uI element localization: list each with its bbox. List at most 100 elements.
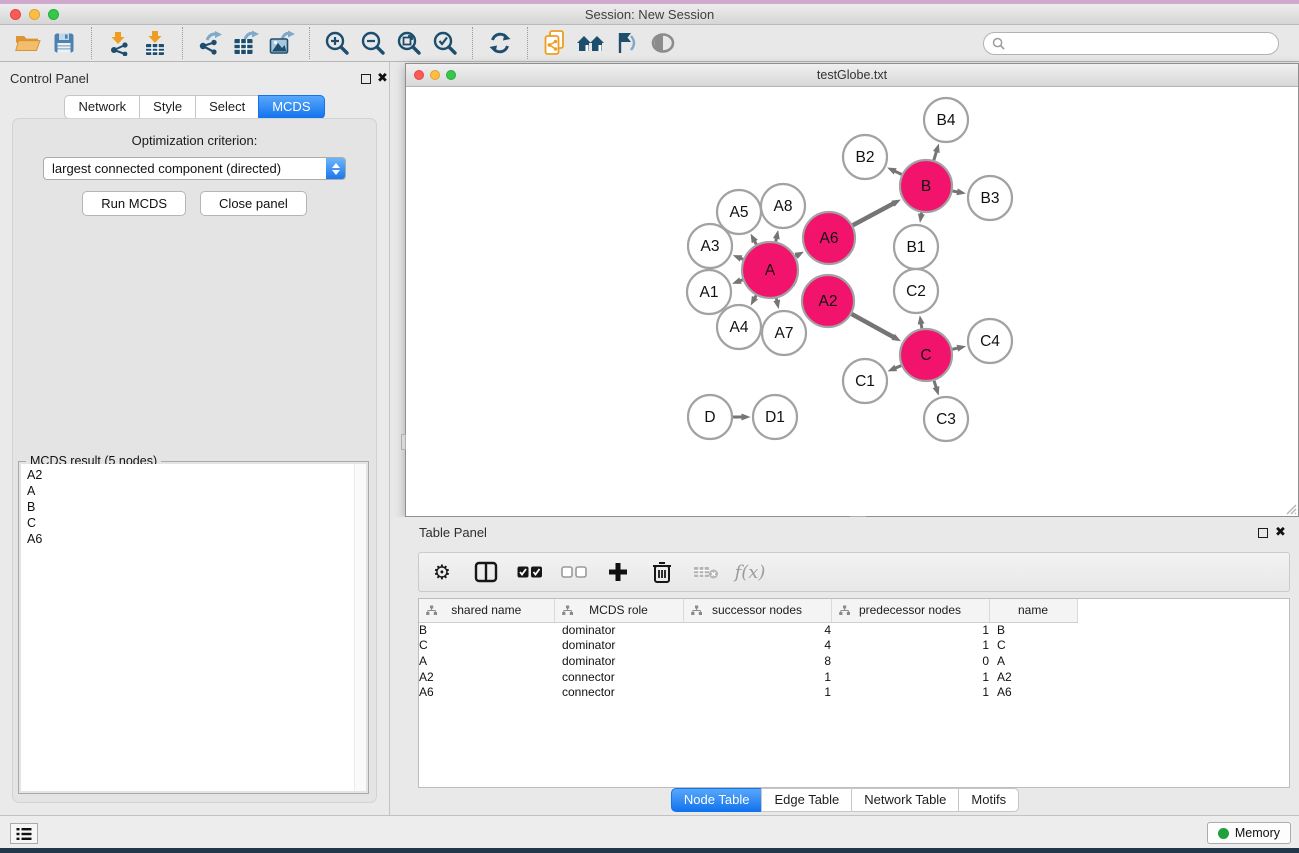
edge-C-C1[interactable] xyxy=(895,366,901,368)
table-cell[interactable]: 1 xyxy=(683,684,831,700)
table-cell[interactable]: B xyxy=(419,622,554,638)
add-column-icon[interactable] xyxy=(603,557,633,587)
criterion-dropdown[interactable]: largest connected component (directed) xyxy=(43,157,346,180)
maximize-window-button[interactable] xyxy=(48,9,59,20)
control-tab-mcds[interactable]: MCDS xyxy=(258,95,324,119)
settings-gear-icon[interactable]: ⚙ xyxy=(427,557,457,587)
table-row[interactable]: Cdominator41C xyxy=(419,638,1077,654)
edge-A-A6[interactable] xyxy=(795,256,796,257)
table-tab-edge-table[interactable]: Edge Table xyxy=(761,788,852,812)
first-neighbors-icon[interactable] xyxy=(573,26,609,60)
task-history-button[interactable] xyxy=(10,823,38,844)
search-input[interactable] xyxy=(1010,36,1278,50)
close-table-panel-icon[interactable]: ✖ xyxy=(1275,524,1286,540)
column-header-successor-nodes[interactable]: successor nodes xyxy=(683,599,831,622)
table-tab-network-table[interactable]: Network Table xyxy=(851,788,959,812)
table-cell[interactable]: C xyxy=(419,638,554,654)
table-cell[interactable]: 4 xyxy=(683,622,831,638)
table-row[interactable]: A6connector11A6 xyxy=(419,684,1077,700)
control-tab-select[interactable]: Select xyxy=(195,95,259,119)
export-network-icon[interactable] xyxy=(192,26,228,60)
table-cell[interactable]: B xyxy=(989,622,1077,638)
show-graphics-details-icon[interactable] xyxy=(645,26,681,60)
minimize-window-button[interactable] xyxy=(29,9,40,20)
resize-grip-icon[interactable] xyxy=(1283,501,1297,515)
table-row[interactable]: Bdominator41B xyxy=(419,622,1077,638)
delete-column-icon[interactable] xyxy=(647,557,677,587)
import-network-icon[interactable] xyxy=(101,26,137,60)
mcds-result-item[interactable]: A2 xyxy=(21,467,366,483)
table-cell[interactable]: connector xyxy=(554,669,683,685)
control-tab-style[interactable]: Style xyxy=(139,95,196,119)
zoom-fit-icon[interactable] xyxy=(391,26,427,60)
import-table-icon[interactable] xyxy=(137,26,173,60)
float-table-panel-icon[interactable] xyxy=(1258,528,1268,538)
table-cell[interactable]: 1 xyxy=(831,622,989,638)
edge-A-A3[interactable] xyxy=(741,258,743,259)
open-file-icon[interactable] xyxy=(10,26,46,60)
close-panel-icon[interactable]: ✖ xyxy=(377,70,388,86)
new-network-from-selection-icon[interactable] xyxy=(537,26,573,60)
hide-selected-icon[interactable] xyxy=(609,26,645,60)
select-all-checks-icon[interactable] xyxy=(515,557,545,587)
table-cell[interactable]: A6 xyxy=(419,684,554,700)
table-cell[interactable]: 1 xyxy=(831,638,989,654)
network-graph[interactable]: B4B2BB3A8A5A6A3B1AC2A1A2A4A7C4CC1C3DD1 xyxy=(406,87,1298,516)
column-header-name[interactable]: name xyxy=(989,599,1077,622)
table-row[interactable]: Adominator80A xyxy=(419,653,1077,669)
refresh-icon[interactable] xyxy=(482,26,518,60)
zoom-in-icon[interactable] xyxy=(319,26,355,60)
table-cell[interactable]: 8 xyxy=(683,653,831,669)
table-cell[interactable]: A6 xyxy=(989,684,1077,700)
mcds-result-item[interactable]: A xyxy=(21,483,366,499)
table-cell[interactable]: dominator xyxy=(554,622,683,638)
table-cell[interactable]: 1 xyxy=(831,669,989,685)
delete-table-icon[interactable] xyxy=(691,557,721,587)
minimize-network-window-button[interactable] xyxy=(430,70,440,80)
column-header-shared-name[interactable]: shared name xyxy=(419,599,554,622)
network-canvas[interactable]: B4B2BB3A8A5A6A3B1AC2A1A2A4A7C4CC1C3DD1 xyxy=(406,87,1298,516)
edge-A-A7[interactable] xyxy=(776,298,777,300)
table-cell[interactable]: dominator xyxy=(554,653,683,669)
edge-A2-C[interactable] xyxy=(852,314,894,337)
edge-A6-B[interactable] xyxy=(853,203,894,225)
table-cell[interactable]: 1 xyxy=(683,669,831,685)
close-network-window-button[interactable] xyxy=(414,70,424,80)
edge-C-C3[interactable] xyxy=(934,381,936,388)
edge-B-B2[interactable] xyxy=(895,171,902,174)
mcds-result-item[interactable]: B xyxy=(21,499,366,515)
run-mcds-button[interactable]: Run MCDS xyxy=(82,191,186,216)
table-tab-motifs[interactable]: Motifs xyxy=(958,788,1019,812)
search-box[interactable] xyxy=(983,32,1279,55)
column-header-predecessor-nodes[interactable]: predecessor nodes xyxy=(831,599,989,622)
edge-C-C2[interactable] xyxy=(921,324,922,329)
export-image-icon[interactable] xyxy=(264,26,300,60)
export-table-icon[interactable] xyxy=(228,26,264,60)
edge-A-A1[interactable] xyxy=(740,280,743,281)
table-row[interactable]: A2connector11A2 xyxy=(419,669,1077,685)
control-tab-network[interactable]: Network xyxy=(64,95,140,119)
column-visibility-icon[interactable] xyxy=(471,557,501,587)
node-table[interactable]: shared nameMCDS rolesuccessor nodesprede… xyxy=(418,598,1290,788)
zoom-selected-icon[interactable] xyxy=(427,26,463,60)
table-cell[interactable]: A2 xyxy=(419,669,554,685)
edge-C-C4[interactable] xyxy=(952,348,957,349)
zoom-out-icon[interactable] xyxy=(355,26,391,60)
close-window-button[interactable] xyxy=(10,9,21,20)
save-session-icon[interactable] xyxy=(46,26,82,60)
deselect-all-checks-icon[interactable] xyxy=(559,557,589,587)
mcds-result-item[interactable]: C xyxy=(21,515,366,531)
mcds-list-scrollbar[interactable] xyxy=(354,464,366,791)
table-cell[interactable]: dominator xyxy=(554,638,683,654)
table-cell[interactable]: connector xyxy=(554,684,683,700)
function-builder-icon[interactable]: f(x) xyxy=(735,557,765,587)
table-cell[interactable]: 4 xyxy=(683,638,831,654)
table-tab-node-table[interactable]: Node Table xyxy=(671,788,763,812)
maximize-network-window-button[interactable] xyxy=(446,70,456,80)
memory-button[interactable]: Memory xyxy=(1207,822,1291,844)
table-cell[interactable]: A2 xyxy=(989,669,1077,685)
mcds-result-item[interactable]: A6 xyxy=(21,531,366,547)
table-cell[interactable]: A xyxy=(989,653,1077,669)
column-header-MCDS-role[interactable]: MCDS role xyxy=(554,599,683,622)
network-window-titlebar[interactable]: testGlobe.txt xyxy=(406,64,1298,87)
